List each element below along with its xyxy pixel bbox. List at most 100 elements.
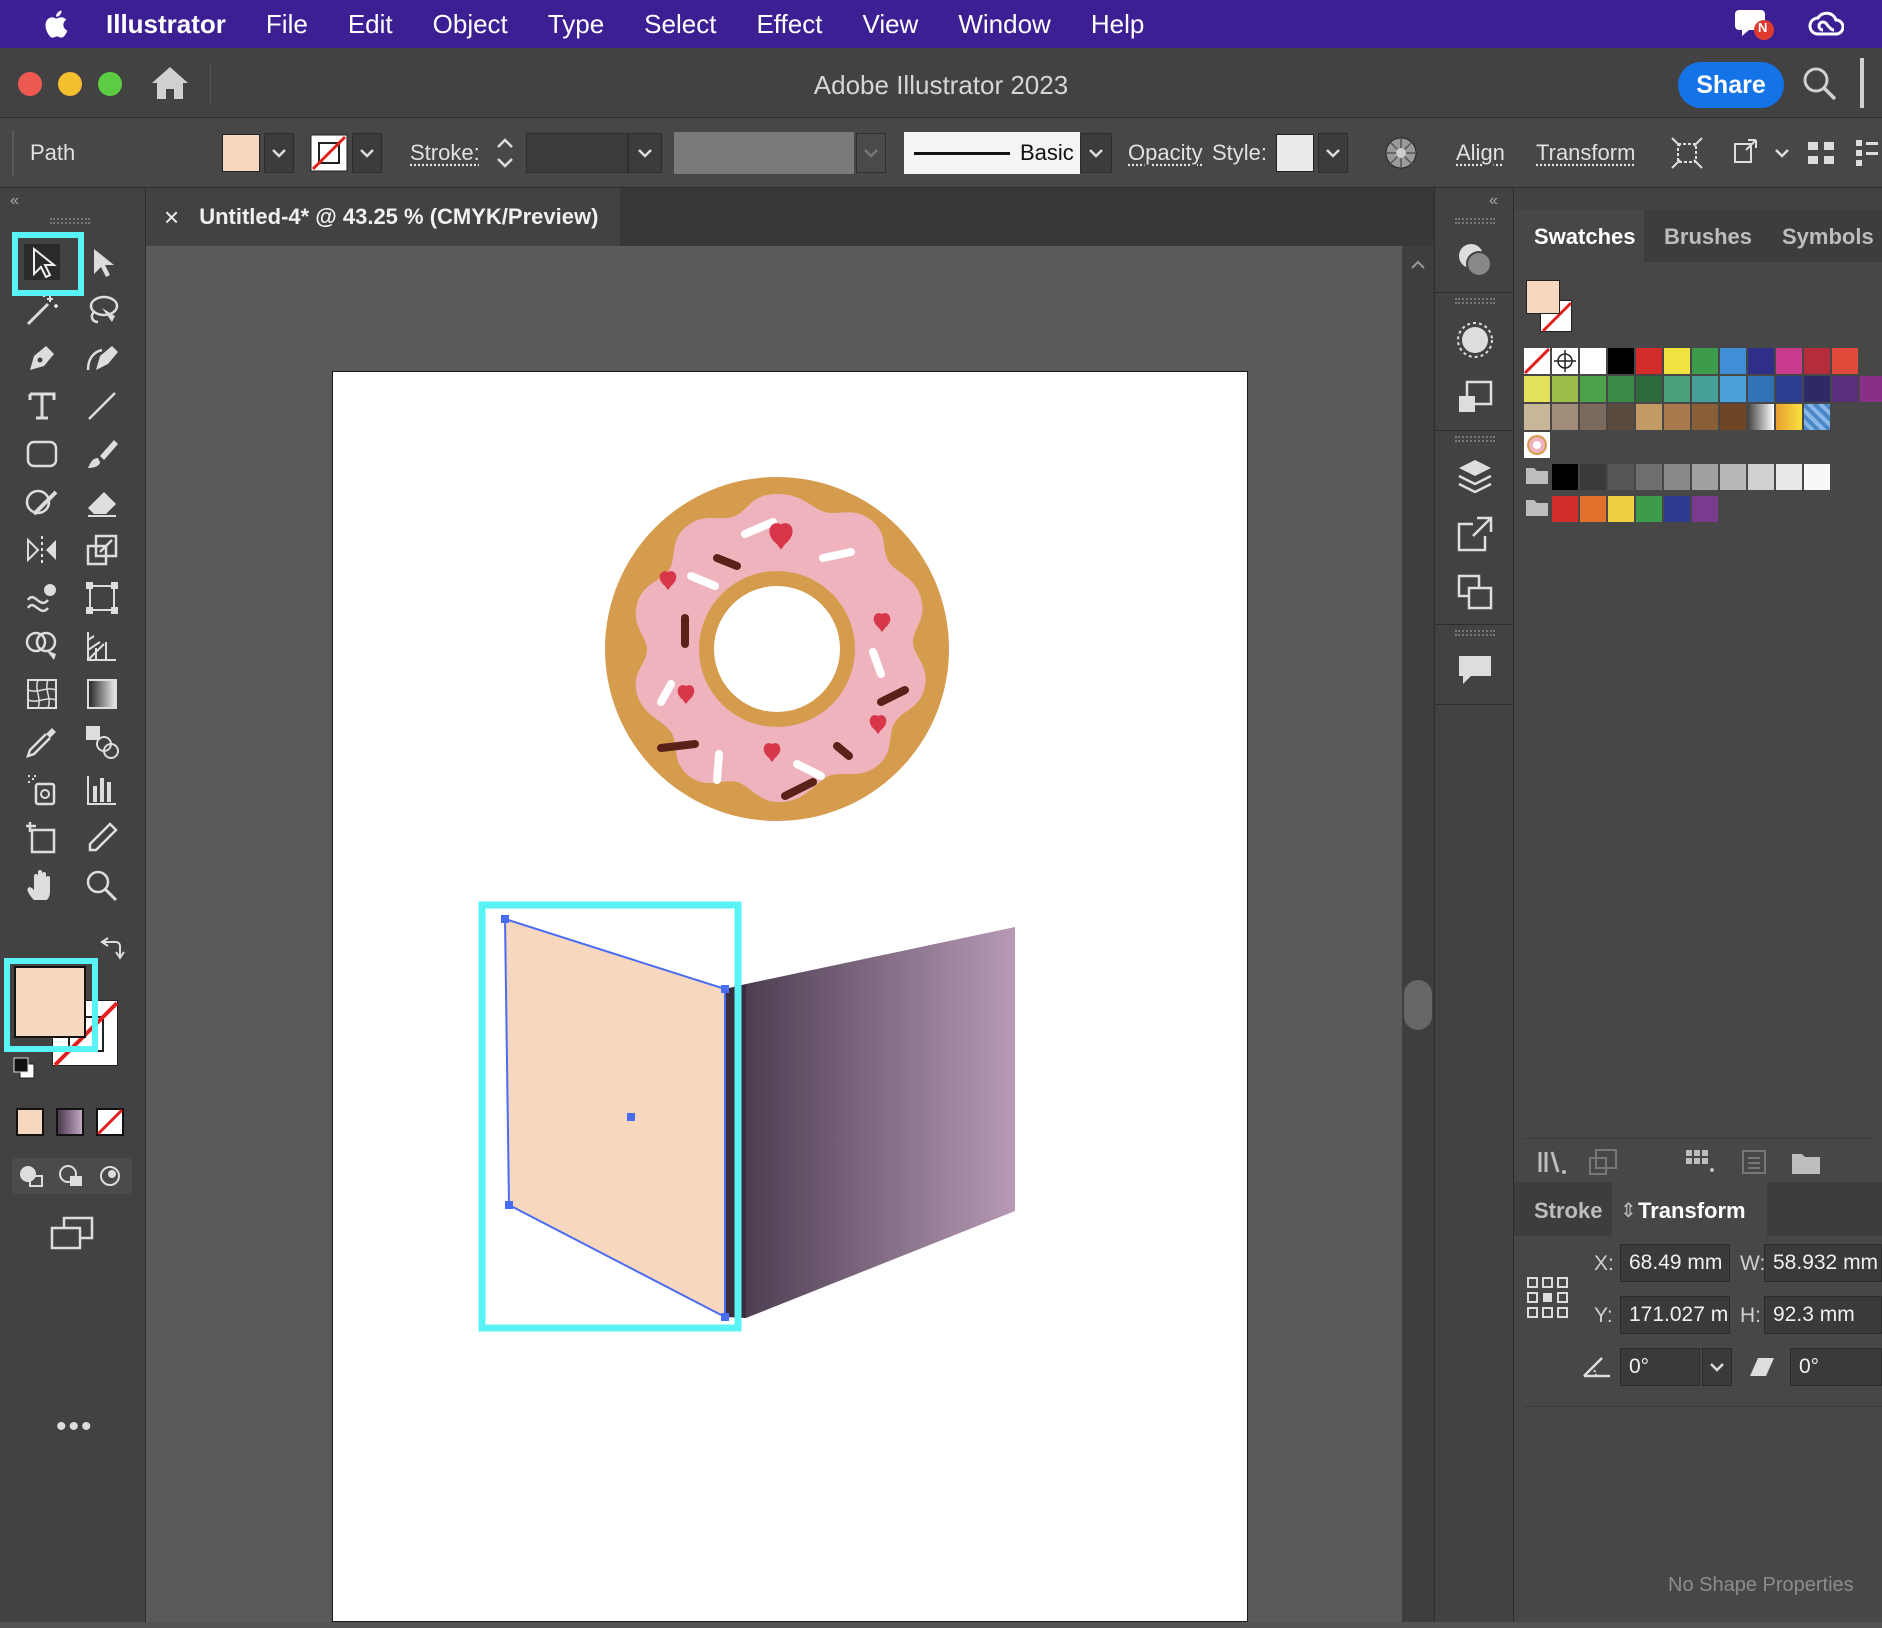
swatch-white[interactable]: [1580, 348, 1606, 374]
none-mode-icon[interactable]: [96, 1108, 124, 1136]
tab-symbols[interactable]: Symbols: [1782, 224, 1874, 250]
swatch-color[interactable]: [1720, 404, 1746, 430]
swatch-color[interactable]: [1552, 404, 1578, 430]
artboard-tool[interactable]: [20, 816, 64, 860]
folder-icon[interactable]: [1524, 464, 1550, 486]
stroke-panel-icon[interactable]: [1455, 320, 1495, 360]
new-color-group-icon[interactable]: [1790, 1148, 1822, 1176]
menu-window[interactable]: Window: [958, 9, 1050, 40]
vertical-scrollbar[interactable]: [1402, 246, 1434, 1622]
appearance-icon[interactable]: [1455, 240, 1495, 280]
swatch-color[interactable]: [1748, 348, 1774, 374]
perspective-grid-tool[interactable]: [80, 624, 124, 668]
apple-icon[interactable]: [40, 7, 74, 41]
fill-swatch[interactable]: [222, 118, 260, 188]
anchor-point[interactable]: [501, 915, 509, 923]
collapse-toolbar-icon[interactable]: «: [10, 192, 19, 210]
anchor-point[interactable]: [721, 1313, 729, 1321]
tab-brushes[interactable]: Brushes: [1664, 224, 1752, 250]
rotate-dropdown[interactable]: [1702, 1348, 1732, 1386]
swatch-color[interactable]: [1580, 496, 1606, 522]
swatch-color[interactable]: [1776, 348, 1802, 374]
swatch-color[interactable]: [1664, 464, 1690, 490]
notification-icon[interactable]: N: [1735, 6, 1775, 42]
stroke-label[interactable]: Stroke:: [410, 118, 480, 188]
swatch-registration[interactable]: [1552, 348, 1578, 374]
hand-tool[interactable]: [20, 864, 64, 908]
anchor-point[interactable]: [505, 1201, 513, 1209]
swatch-pattern[interactable]: [1804, 404, 1830, 430]
swatch-color[interactable]: [1636, 464, 1662, 490]
swatch-color[interactable]: [1804, 376, 1830, 402]
warp-tool[interactable]: [20, 576, 64, 620]
screen-mode-icon[interactable]: [50, 1216, 94, 1252]
swatch-color[interactable]: [1748, 376, 1774, 402]
swatch-color[interactable]: [1580, 464, 1606, 490]
swatch-color[interactable]: [1552, 376, 1578, 402]
pencil-tool[interactable]: [80, 816, 124, 860]
stroke-weight-dropdown[interactable]: [628, 118, 662, 188]
swatch-color[interactable]: [1776, 464, 1802, 490]
shape-builder-tool[interactable]: [20, 624, 64, 668]
variable-width-profile[interactable]: [674, 118, 854, 188]
document-tab[interactable]: × Untitled-4* @ 43.25 % (CMYK/Preview): [146, 188, 620, 246]
swatch-color[interactable]: [1776, 376, 1802, 402]
swatch-fill-preview[interactable]: [1526, 280, 1560, 314]
blend-tool[interactable]: [80, 720, 124, 764]
swatch-color[interactable]: [1804, 348, 1830, 374]
swatch-color[interactable]: [1580, 376, 1606, 402]
draw-inside-icon[interactable]: [96, 1162, 126, 1190]
menu-select[interactable]: Select: [644, 9, 716, 40]
swatch-none[interactable]: [1524, 348, 1550, 374]
swatch-color[interactable]: [1720, 464, 1746, 490]
recolor-artwork-button[interactable]: [1384, 118, 1418, 188]
zoom-tool[interactable]: [80, 864, 124, 908]
search-icon[interactable]: [1802, 66, 1838, 102]
type-tool[interactable]: [20, 384, 64, 428]
anchor-point[interactable]: [721, 985, 729, 993]
brush-definition[interactable]: Basic: [904, 118, 1080, 188]
swatch-color[interactable]: [1636, 348, 1662, 374]
stroke-swatch[interactable]: [310, 118, 348, 188]
menu-help[interactable]: Help: [1091, 9, 1144, 40]
swatch-color[interactable]: [1692, 464, 1718, 490]
variable-width-dropdown[interactable]: [856, 118, 886, 188]
lasso-tool[interactable]: [80, 288, 124, 332]
shear-field[interactable]: 0°: [1790, 1348, 1882, 1386]
swatch-color[interactable]: [1720, 376, 1746, 402]
swatch-color[interactable]: [1608, 376, 1634, 402]
swatch-color[interactable]: [1608, 464, 1634, 490]
menu-edit[interactable]: Edit: [348, 9, 393, 40]
tab-stroke[interactable]: Stroke: [1534, 1198, 1602, 1224]
swatch-color[interactable]: [1692, 376, 1718, 402]
scroll-up-icon[interactable]: [1410, 258, 1426, 270]
curvature-tool[interactable]: [80, 336, 124, 380]
swatch-color[interactable]: [1664, 376, 1690, 402]
variable-width-field[interactable]: [674, 132, 854, 174]
distribute-button[interactable]: [1806, 118, 1836, 188]
swatch-color[interactable]: [1720, 348, 1746, 374]
layers-icon[interactable]: [1455, 456, 1495, 496]
swatch-color[interactable]: [1664, 496, 1690, 522]
opacity-label[interactable]: Opacity: [1128, 118, 1203, 188]
swatch-color[interactable]: [1636, 404, 1662, 430]
swatch-color[interactable]: [1552, 496, 1578, 522]
direct-selection-tool[interactable]: [80, 240, 124, 284]
rectangle-tool[interactable]: [20, 432, 64, 476]
draw-normal-icon[interactable]: [16, 1162, 46, 1190]
swatch-options-icon[interactable]: [1740, 1148, 1768, 1176]
swap-fill-stroke-icon[interactable]: [98, 936, 126, 964]
folder-icon[interactable]: [1524, 496, 1550, 518]
brush-dropdown[interactable]: [1080, 118, 1112, 188]
swatch-color[interactable]: [1636, 376, 1662, 402]
menu-file[interactable]: File: [266, 9, 308, 40]
align-link[interactable]: Align: [1456, 118, 1505, 188]
scroll-thumb[interactable]: [1404, 980, 1432, 1030]
swatch-color[interactable]: [1832, 376, 1858, 402]
fill-dropdown[interactable]: [264, 118, 294, 188]
selected-front-panel[interactable]: [501, 915, 729, 1321]
reference-point-icon[interactable]: [1526, 1276, 1570, 1320]
arrange-button[interactable]: [1732, 118, 1766, 188]
close-tab-icon[interactable]: ×: [164, 202, 179, 233]
stroke-weight-stepper[interactable]: [490, 118, 520, 188]
